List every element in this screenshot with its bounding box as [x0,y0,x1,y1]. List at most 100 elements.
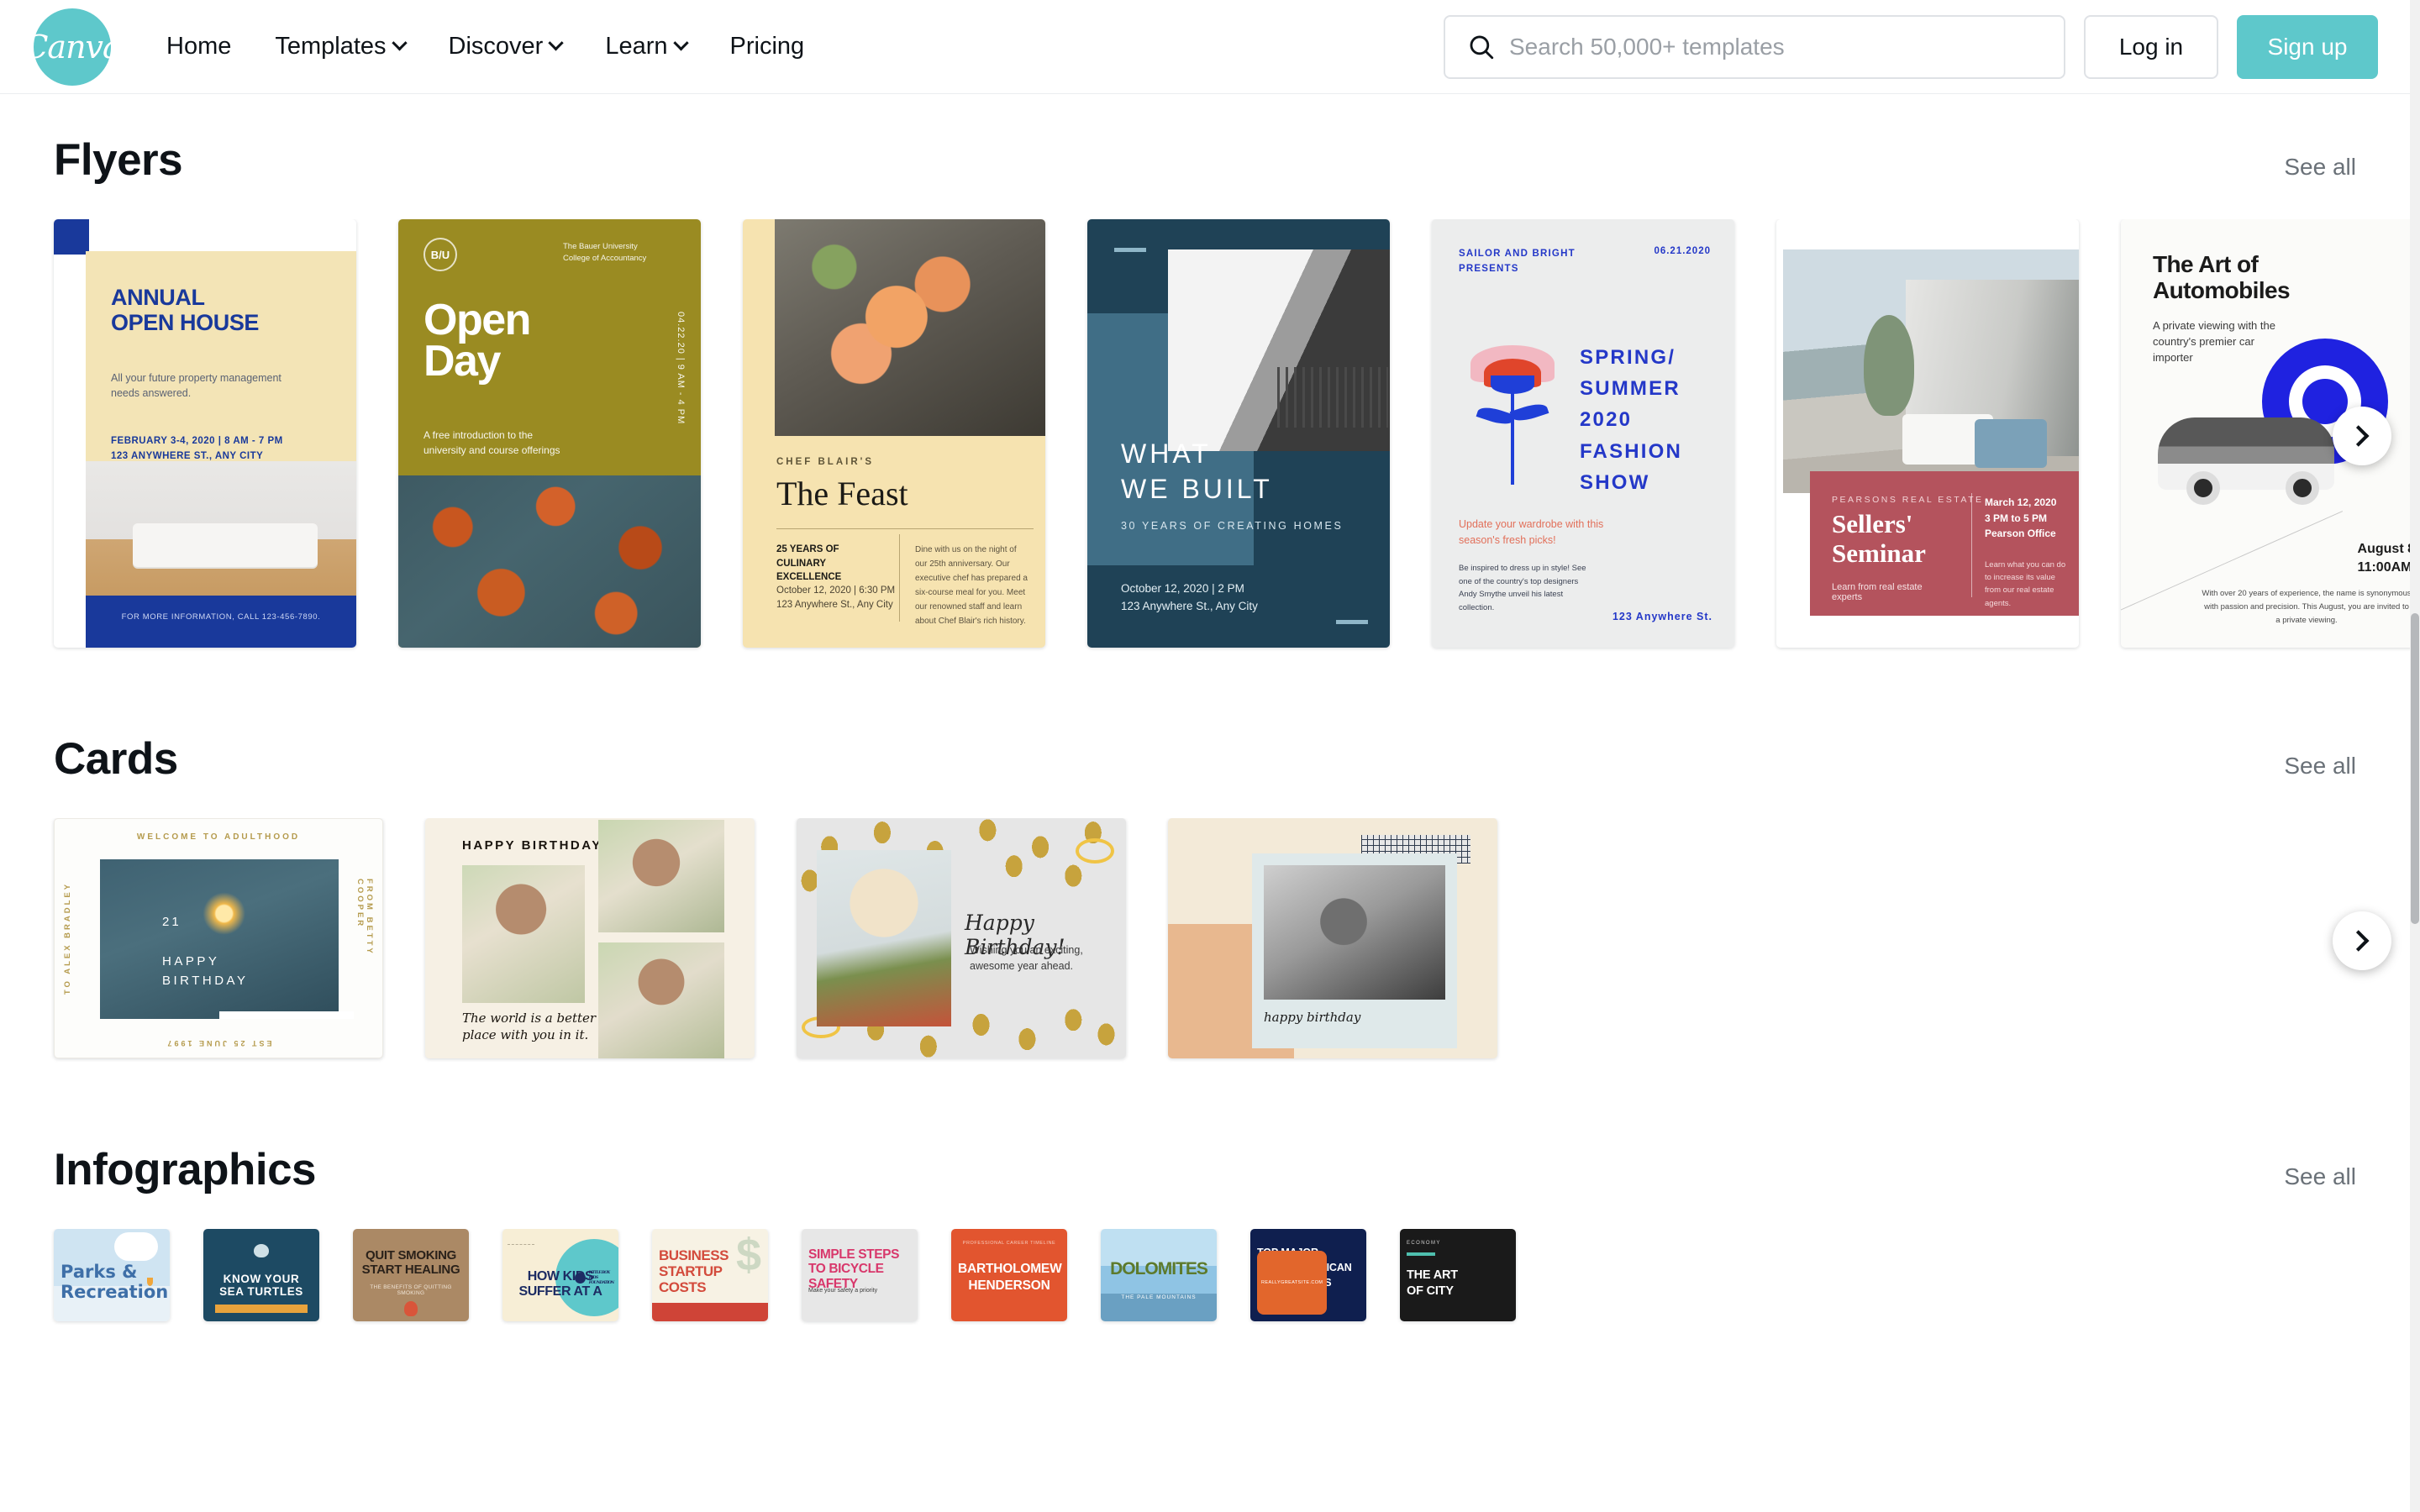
flyer-presents: SAILOR AND BRIGHT PRESENTS [1459,249,1576,275]
nav-label-discover: Discover [448,33,544,60]
flyer-subtitle: All your future property management need… [111,372,281,400]
chevron-right-icon [2348,930,2370,952]
card-happy-birthday-polaroid[interactable]: happy birthday [1168,818,1497,1058]
card-title: HAPPY BIRTHDAY! [462,838,609,853]
infographic-how-kids-suffer[interactable]: LITTLE BOX KIDS FOUNDATION HOW KIDS SUFFE… [502,1229,618,1321]
nav-item-learn[interactable]: Learn [583,0,708,94]
infographic-the-art-of-city[interactable]: ECONOMY THE ART OF CITY [1400,1229,1516,1321]
infographic-title: THE ART OF CITY [1407,1268,1458,1298]
page-title-cards: Cards [54,734,178,784]
see-all-infographics[interactable]: See all [2284,1163,2356,1195]
flyer-what-we-built[interactable]: WHAT WE BUILT 30 YEARS OF CREATING HOMES … [1087,219,1390,648]
signup-button[interactable]: Sign up [2237,15,2378,79]
template-card[interactable]: PROFESSIONAL CAREER TIMELINE BARTHOLOMEW… [951,1229,1067,1321]
cards-section-header: Cards See all [0,733,2410,785]
portrait-photo-large [462,865,585,1003]
template-card[interactable]: WHAT WE BUILT 30 YEARS OF CREATING HOMES … [1087,219,1390,648]
pillow-blue-shape [1975,419,2047,468]
page-scrollbar-track[interactable] [2410,0,2420,1512]
staircase-photo [1168,249,1390,451]
nav-label-home: Home [166,33,232,60]
flyer-body: Dine with us on the night of our 25th an… [915,545,1028,626]
canva-logo[interactable]: Canva [24,8,122,86]
nav-item-discover[interactable]: Discover [427,0,584,94]
template-card[interactable]: HAPPY BIRTHDAY! The world is a better pla… [425,818,755,1058]
template-card[interactable]: TOP MAJORSOUTH AMERICANCOMMODITIES REALL… [1250,1229,1366,1321]
card-happy-birthday-collage[interactable]: HAPPY BIRTHDAY! The world is a better pla… [425,818,755,1058]
infographic-title: SIMPLE STEPS TO BICYCLE SAFETY [808,1247,900,1291]
leaf-left-shape [1476,403,1516,428]
flyer-spring-summer-fashion-show[interactable]: SAILOR AND BRIGHT PRESENTS 06.21.2020 SPR [1432,219,1734,648]
card-welcome-to-adulthood[interactable]: WELCOME TO ADULTHOOD TO ALEX BRADLEY FRO… [54,818,383,1058]
nav-item-templates[interactable]: Templates [253,0,426,94]
template-card[interactable]: Happy Birthday! Wishing you an exciting,… [797,818,1126,1058]
template-card[interactable]: DOLOMITES THE PALE MOUNTAINS [1101,1229,1217,1321]
template-card[interactable]: happy birthday [1168,818,1497,1058]
cream-panel [86,251,356,461]
infographic-quit-smoking[interactable]: QUIT SMOKING START HEALING THE BENEFITS O… [353,1229,469,1321]
section-cards: Cards See all WELCOME TO ADULTHOOD TO AL… [0,733,2410,1063]
flyer-sellers-seminar[interactable]: PEARSONS REAL ESTATE Sellers' Seminar Lea… [1776,219,2079,648]
interior-photo [86,461,356,596]
canva-templates-page: Canva Home Templates Discover Learn Pric… [0,0,2420,1512]
flyer-the-feast[interactable]: CHEF BLAIR'S The Feast 25 YEARS OF CULINA… [743,219,1045,648]
turtle-icon [254,1244,269,1257]
infographic-title: HOW KIDS SUFFER AT A [518,1269,602,1299]
template-card[interactable]: $ BUSINESS STARTUP COSTS [652,1229,768,1321]
template-card[interactable]: SAILOR AND BRIGHT PRESENTS 06.21.2020 SPR [1432,219,1734,648]
template-card[interactable]: LITTLE BOX KIDS FOUNDATION HOW KIDS SUFFE… [502,1229,618,1321]
template-card[interactable]: CHEF BLAIR'S The Feast 25 YEARS OF CULINA… [743,219,1045,648]
main-nav: Home Templates Discover Learn Pricing [145,0,826,94]
aerial-city-photo [398,475,701,648]
card-caption: happy birthday [1264,1010,1361,1025]
template-card[interactable]: WELCOME TO ADULTHOOD TO ALEX BRADLEY FRO… [54,818,383,1058]
railing-shape [1277,367,1388,428]
flower-illustration [1464,337,1561,488]
infographics-carousel: Parks &Recreation KNOW YOURSEA TURTLES [0,1229,2410,1330]
see-all-flyers[interactable]: See all [2284,154,2356,186]
card-top-text: WELCOME TO ADULTHOOD [136,832,301,842]
template-card[interactable]: Parks & Recreation [54,1229,170,1321]
flyer-annual-open-house[interactable]: ANNUAL OPEN HOUSE All your future propert… [54,219,356,648]
wheel-rear-shape [2186,471,2220,505]
tulips-photo [817,850,951,1026]
see-all-cards[interactable]: See all [2284,753,2356,785]
infographic-kicker: ECONOMY [1407,1241,1441,1246]
infographic-bartholomew-henderson[interactable]: PROFESSIONAL CAREER TIMELINE BARTHOLOMEW… [951,1229,1067,1321]
infographic-know-your-sea-turtles[interactable]: KNOW YOUR SEA TURTLES [203,1229,319,1321]
infographic-dolomites[interactable]: DOLOMITES THE PALE MOUNTAINS [1101,1229,1217,1321]
template-card[interactable]: SIMPLE STEPS TO BICYCLE SAFETY Make your … [802,1229,918,1321]
nav-item-home[interactable]: Home [145,0,253,94]
section-flyers: Flyers See all ANNUAL OPEN HOUSE All your… [0,134,2410,653]
infographic-url-badge: REALLYGREATSITE.COM [1257,1251,1328,1315]
template-card[interactable]: QUIT SMOKING START HEALING THE BENEFITS O… [353,1229,469,1321]
infographic-bicycle-safety[interactable]: SIMPLE STEPS TO BICYCLE SAFETY Make your … [802,1229,918,1321]
template-card[interactable]: PEARSONS REAL ESTATE Sellers' Seminar Lea… [1776,219,2079,648]
search-input[interactable]: Search 50,000+ templates [1444,15,2065,79]
cards-next-button[interactable] [2333,911,2391,970]
infographic-south-american-commodities[interactable]: TOP MAJORSOUTH AMERICANCOMMODITIES REALL… [1250,1229,1366,1321]
infographic-title: DOLOMITES [1110,1259,1208,1278]
gold-squiggle-top-right [1076,838,1114,864]
infographic-business-startup-costs[interactable]: $ BUSINESS STARTUP COSTS [652,1229,768,1321]
login-button[interactable]: Log in [2084,15,2218,79]
card-message: Wishing you an exciting, awesome year ahe… [970,944,1083,972]
flyer-footer: FOR MORE INFORMATION, CALL 123-456-7890. [121,612,321,622]
template-card[interactable]: B/U The Bauer University College of Acco… [398,219,701,648]
university-badge: B/U [424,238,457,271]
template-card[interactable]: ANNUAL OPEN HOUSE All your future propert… [54,219,356,648]
cards-carousel: WELCOME TO ADULTHOOD TO ALEX BRADLEY FRO… [0,818,2410,1063]
page-scrollbar-thumb[interactable] [2411,613,2419,924]
template-card[interactable]: ECONOMY THE ART OF CITY [1400,1229,1516,1321]
polaroid-frame: happy birthday [1252,853,1457,1048]
accent-bar [215,1305,308,1313]
flyer-title: Sellers' Seminar [1832,509,1926,568]
infographic-parks-and-recreation[interactable]: Parks & Recreation [54,1229,170,1321]
flyers-next-button[interactable] [2333,407,2391,465]
infographic-subtitle: Make your safety a priority [808,1288,878,1294]
nav-item-pricing[interactable]: Pricing [708,0,827,94]
flyer-highlight: Update your wardrobe with this season's … [1459,518,1604,547]
flyer-open-day[interactable]: B/U The Bauer University College of Acco… [398,219,701,648]
template-card[interactable]: KNOW YOUR SEA TURTLES [203,1229,319,1321]
card-happy-birthday-gold-dots[interactable]: Happy Birthday! Wishing you an exciting,… [797,818,1126,1058]
